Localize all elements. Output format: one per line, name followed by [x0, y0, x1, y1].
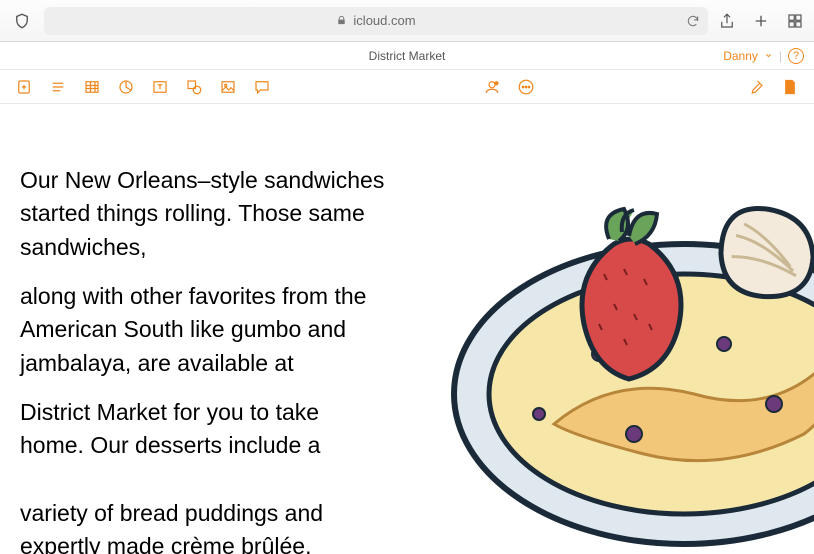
format-brush-button[interactable] [746, 77, 766, 97]
more-button[interactable] [516, 77, 536, 97]
dessert-illustration[interactable] [374, 104, 814, 554]
url-text: icloud.com [353, 13, 415, 28]
help-button[interactable]: ? [788, 48, 804, 64]
insert-text-button[interactable] [150, 77, 170, 97]
insert-table-button[interactable] [82, 77, 102, 97]
user-menu[interactable]: Danny [723, 49, 758, 63]
paragraph: District Market for you to take home. Ou… [20, 396, 340, 463]
chevron-down-icon [764, 51, 773, 60]
share-button[interactable] [718, 12, 736, 30]
new-tab-button[interactable] [752, 12, 770, 30]
pages-toolbar [0, 70, 814, 104]
insert-image-button[interactable] [218, 77, 238, 97]
insert-chart-button[interactable] [116, 77, 136, 97]
document-canvas[interactable]: Our New Orleans–style sandwiches started… [0, 104, 814, 554]
document-options-button[interactable] [780, 77, 800, 97]
document-title: District Market [369, 49, 446, 63]
pages-header: District Market Danny | ? [0, 42, 814, 70]
browser-toolbar: icloud.com [0, 0, 814, 42]
insert-comment-button[interactable] [252, 77, 272, 97]
paragraph: variety of bread puddings and expertly m… [20, 497, 330, 554]
lock-icon [336, 15, 347, 26]
privacy-report-button[interactable] [10, 9, 34, 33]
refresh-icon[interactable] [686, 14, 700, 28]
paragraph: along with other favorites from the Amer… [20, 280, 380, 380]
collaborate-button[interactable] [482, 77, 502, 97]
add-page-button[interactable] [14, 77, 34, 97]
insert-shape-button[interactable] [184, 77, 204, 97]
url-field[interactable]: icloud.com [44, 7, 708, 35]
tab-overview-button[interactable] [786, 12, 804, 30]
paragraph-style-button[interactable] [48, 77, 68, 97]
